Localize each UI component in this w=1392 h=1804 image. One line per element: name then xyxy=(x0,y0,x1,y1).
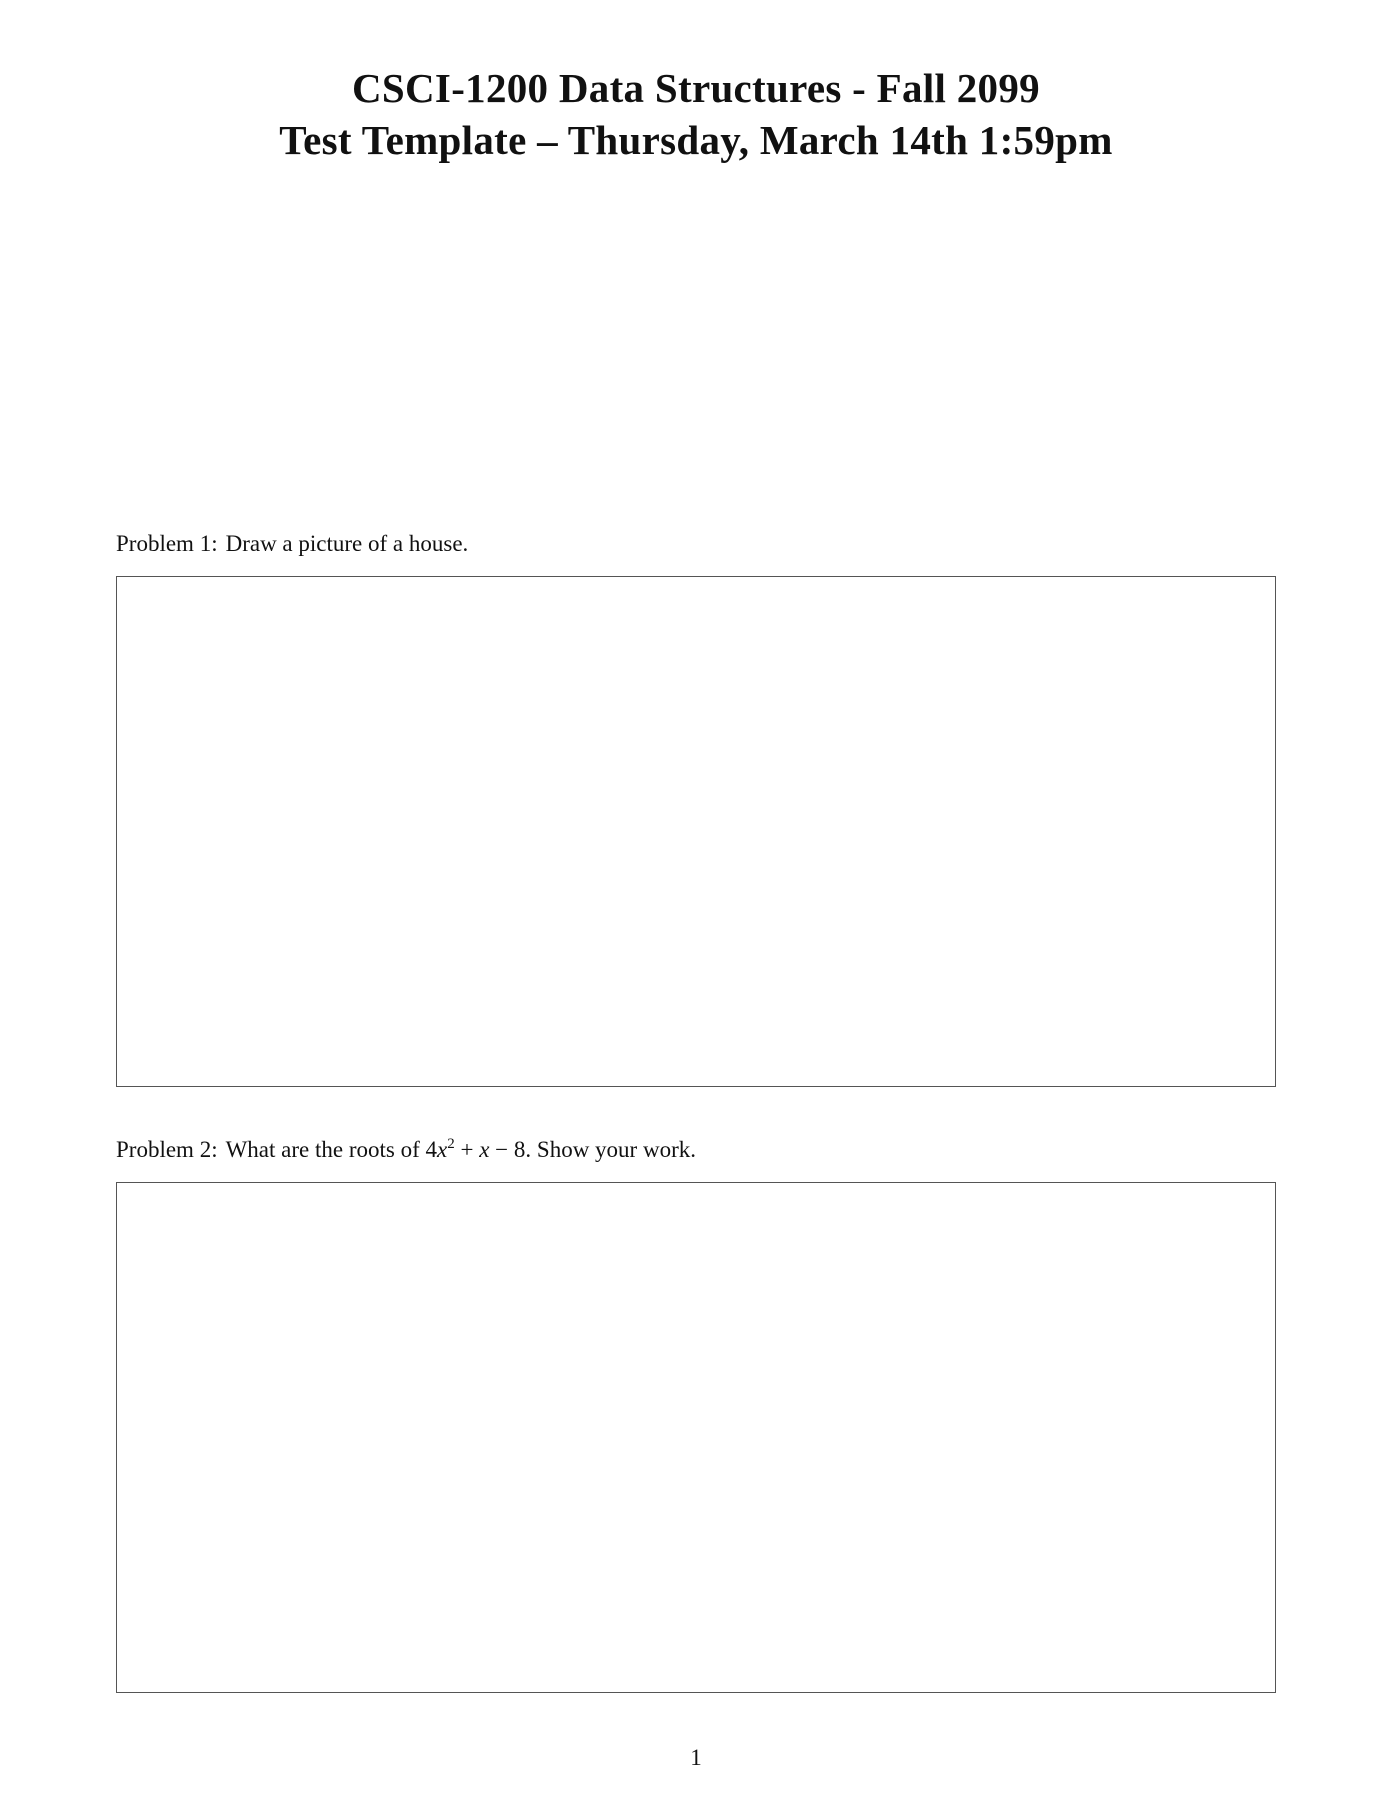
problem-2-prompt: Problem 2: What are the roots of 4x2 + x … xyxy=(116,1136,1278,1164)
equation-linear-variable: x xyxy=(479,1137,490,1162)
problem-1-text: Draw a picture of a house. xyxy=(225,531,469,556)
exam-header: CSCI-1200 Data Structures - Fall 2099 Te… xyxy=(0,62,1392,166)
exam-page: CSCI-1200 Data Structures - Fall 2099 Te… xyxy=(0,0,1392,1804)
problem-1-label: Problem 1: xyxy=(116,531,218,556)
page-number: 1 xyxy=(690,1745,702,1770)
equation-constant: 8 xyxy=(513,1137,526,1162)
problem-2-label: Problem 2: xyxy=(116,1137,218,1162)
equation-coefficient: 4 xyxy=(425,1137,438,1162)
course-title: CSCI-1200 Data Structures - Fall 2099 xyxy=(352,65,1040,111)
equation-plus: + xyxy=(460,1137,474,1162)
problem-1-answer-box[interactable] xyxy=(116,576,1276,1087)
exam-subtitle: Test Template – Thursday, March 14th 1:5… xyxy=(279,117,1113,163)
problem-2-answer-box[interactable] xyxy=(116,1182,1276,1693)
problem-2-equation: 4x2 + x − 8 xyxy=(425,1136,526,1163)
equation-variable: x xyxy=(437,1137,448,1162)
problem-2-text-after: . Show your work. xyxy=(525,1137,696,1162)
problem-2-text-before: What are the roots of xyxy=(225,1137,420,1162)
equation-minus: − xyxy=(495,1137,509,1162)
problem-1-prompt: Problem 1: Draw a picture of a house. xyxy=(116,530,1278,558)
equation-exponent: 2 xyxy=(447,1136,455,1152)
problem-1: Problem 1: Draw a picture of a house. xyxy=(116,530,1278,1087)
problem-2: Problem 2: What are the roots of 4x2 + x … xyxy=(116,1136,1278,1693)
